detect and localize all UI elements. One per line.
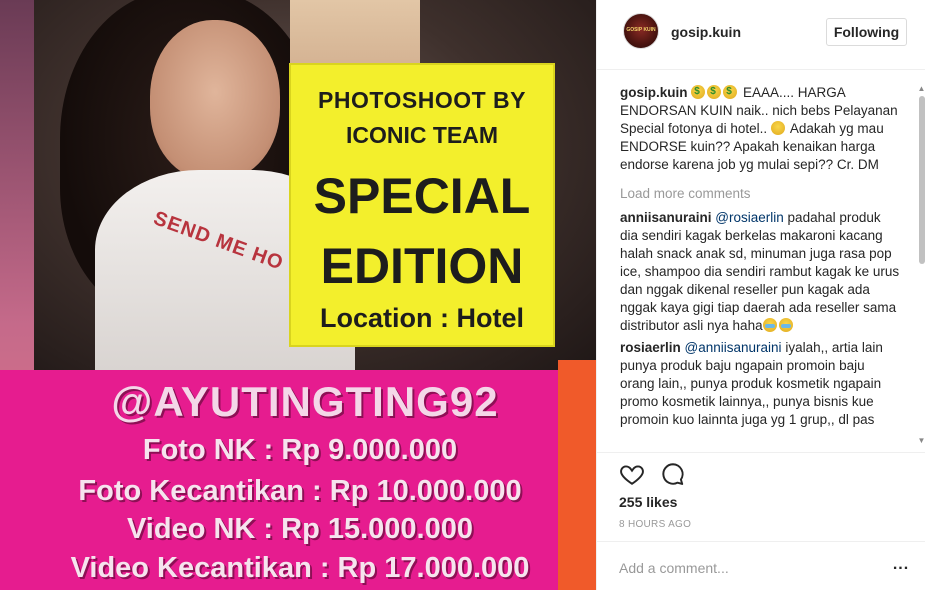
list-item: anniisanuraini @rosiaerlin padahal produ… [620, 209, 900, 335]
post-sidebar: GOSIP KUIN gosip.kuin Following gosip.ku… [596, 0, 925, 590]
headline-box: PHOTOSHOOT BY ICONIC TEAM SPECIAL EDITIO… [289, 63, 555, 347]
caption-author-link[interactable]: gosip.kuin [620, 85, 688, 100]
price-line: Video Kecantikan : Rp 17.000.000 [70, 552, 530, 584]
price-line: Foto NK : Rp 9.000.000 [142, 434, 458, 466]
mention-link[interactable]: @rosiaerlin [715, 210, 783, 225]
money-face-emoji-icon [691, 84, 706, 101]
heart-icon[interactable] [619, 461, 645, 487]
add-comment-input[interactable] [619, 558, 879, 578]
price-line: Video NK : Rp 15.000.000 [126, 513, 473, 545]
load-more-comments-link[interactable]: Load more comments [620, 185, 900, 203]
avatar[interactable]: GOSIP KUIN [623, 13, 659, 49]
orange-strip [558, 360, 596, 590]
post-image[interactable]: SEND ME HO PHOTOSHOOT BY ICONIC TEAM SPE… [0, 0, 596, 590]
comment-author-link[interactable]: anniisanuraini [620, 210, 712, 225]
money-face-emoji-icon [707, 84, 722, 101]
headline-line-1: PHOTOSHOOT BY [318, 87, 526, 113]
crying-laughing-emoji-icon [778, 318, 793, 332]
price-line: Foto Kecantikan : Rp 10.000.000 [78, 475, 522, 507]
headline-location: Location : Hotel [320, 303, 524, 333]
post-timestamp[interactable]: 8 HOURS AGO [619, 519, 691, 530]
money-face-emoji-icon [723, 84, 738, 101]
username-link[interactable]: gosip.kuin [671, 24, 741, 40]
scroll-up-arrow-icon[interactable]: ▲ [917, 84, 925, 94]
headline-line-4: EDITION [320, 238, 524, 294]
flushed-emoji-icon [770, 121, 785, 135]
headline-line-2: ICONIC TEAM [345, 122, 499, 148]
mention-link[interactable]: @anniisanuraini [685, 340, 782, 355]
model-face [150, 20, 280, 180]
comment-author-link[interactable]: rosiaerlin [620, 340, 681, 355]
scrollbar-thumb[interactable] [919, 96, 925, 264]
caption: gosip.kuin EAAA.... HARGA ENDORSAN KUIN … [620, 84, 900, 174]
comments-scrollbar[interactable]: ▲ ▼ [917, 84, 925, 450]
post-header: GOSIP KUIN gosip.kuin Following [597, 0, 925, 70]
avatar-text: GOSIP KUIN [626, 27, 656, 33]
likes-count[interactable]: 255 likes [619, 494, 677, 510]
comment-icon[interactable] [660, 461, 686, 487]
comments-list[interactable]: gosip.kuin EAAA.... HARGA ENDORSAN KUIN … [620, 84, 900, 450]
comment-text: padahal produk dia sendiri kagak berkela… [620, 210, 900, 333]
more-options-icon[interactable]: ... [889, 557, 913, 578]
add-comment-bar: ... [597, 541, 925, 590]
scroll-down-arrow-icon[interactable]: ▼ [917, 436, 925, 446]
headline-line-3: SPECIAL [313, 168, 531, 224]
post-actions: 255 likes 8 HOURS AGO ... [597, 452, 925, 582]
image-handle-text: @AYUTINGTING92 [111, 378, 499, 425]
list-item: rosiaerlin @anniisanuraini iyalah,, arti… [620, 339, 900, 429]
crying-laughing-emoji-icon [762, 318, 777, 332]
following-button[interactable]: Following [826, 18, 907, 46]
instagram-post-view: SEND ME HO PHOTOSHOOT BY ICONIC TEAM SPE… [0, 0, 925, 590]
